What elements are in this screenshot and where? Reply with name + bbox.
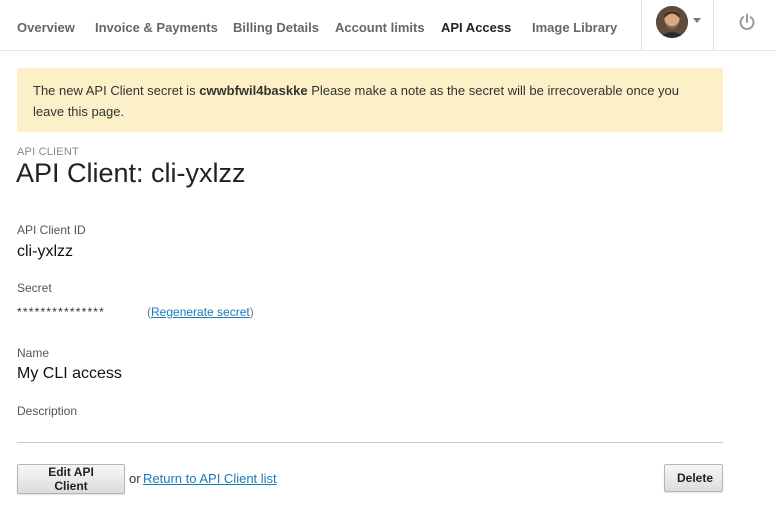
- name-value: My CLI access: [17, 365, 122, 382]
- secret-masked-value: ***************: [17, 305, 106, 319]
- edit-api-client-button[interactable]: Edit API Client: [17, 464, 125, 494]
- nav-image-library[interactable]: Image Library: [532, 20, 617, 35]
- regenerate-wrapper: (Regenerate secret): [147, 305, 254, 319]
- chevron-down-icon[interactable]: [693, 18, 701, 23]
- nav-api-access[interactable]: API Access: [441, 20, 511, 35]
- avatar-image: [656, 6, 688, 38]
- regen-close-paren: ): [249, 305, 254, 319]
- delete-button[interactable]: Delete: [664, 464, 723, 492]
- nav-account-limits[interactable]: Account limits: [335, 20, 425, 35]
- alert-secret: cwwbfwil4baskke: [199, 83, 308, 98]
- power-icon[interactable]: [737, 12, 757, 32]
- return-to-list-link[interactable]: Return to API Client list: [143, 471, 277, 486]
- alert-prefix: The new API Client secret is: [33, 83, 200, 98]
- user-avatar[interactable]: [656, 6, 688, 38]
- nav-invoice-payments[interactable]: Invoice & Payments: [95, 20, 218, 35]
- name-label: Name: [17, 346, 50, 360]
- secret-label: Secret: [17, 281, 52, 295]
- client-id-label: API Client ID: [17, 223, 86, 237]
- or-text: or: [129, 471, 141, 486]
- nav-divider-right: [713, 0, 714, 50]
- nav-billing-details[interactable]: Billing Details: [233, 20, 319, 35]
- client-id-value: cli-yxlzz: [17, 243, 73, 260]
- page-eyebrow: API CLIENT: [17, 146, 79, 158]
- page-title: API Client: cli-yxlzz: [16, 158, 246, 188]
- top-nav: Overview Invoice & Payments Billing Deta…: [0, 0, 776, 51]
- regenerate-secret-link[interactable]: Regenerate secret: [151, 305, 250, 319]
- description-label: Description: [17, 404, 78, 418]
- nav-divider: [641, 0, 642, 50]
- secret-alert: The new API Client secret is cwwbfwil4ba…: [17, 68, 723, 132]
- nav-overview[interactable]: Overview: [17, 20, 75, 35]
- section-divider: [17, 442, 723, 443]
